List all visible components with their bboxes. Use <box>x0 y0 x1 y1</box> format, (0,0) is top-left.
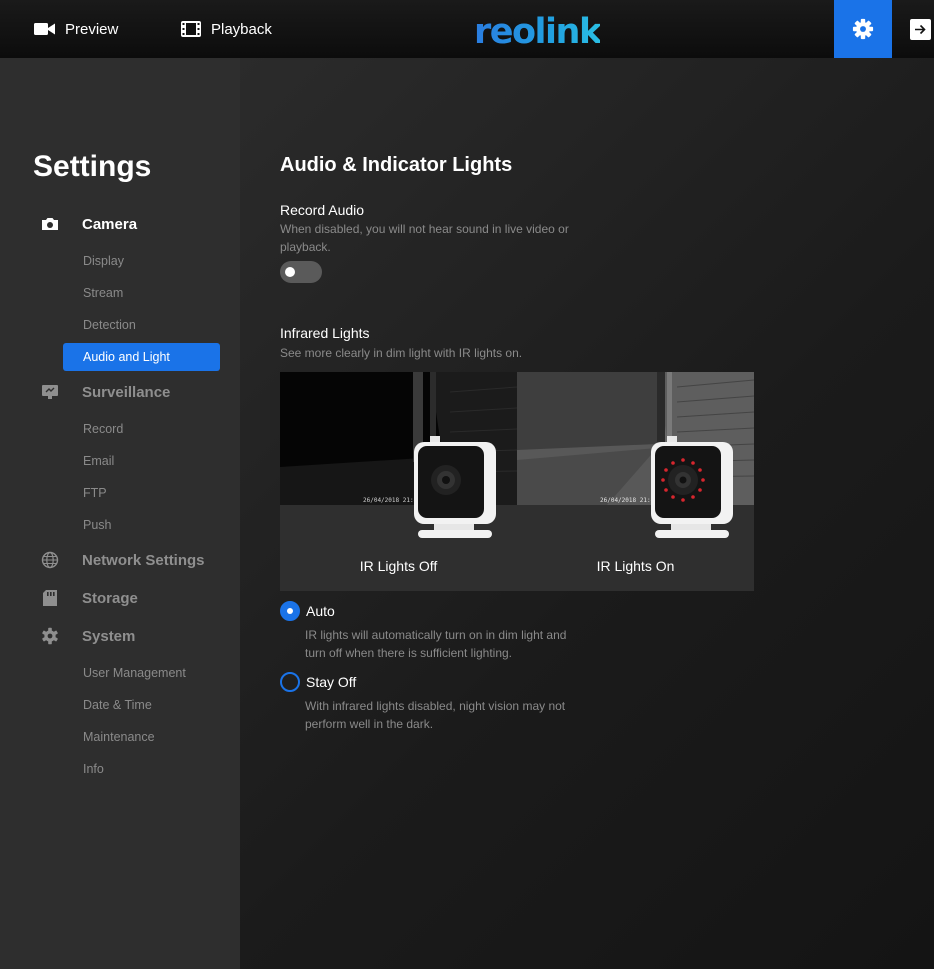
stay-off-radio[interactable] <box>280 672 300 692</box>
settings-content: Audio & Indicator Lights Record Audio Wh… <box>240 58 934 969</box>
settings-button[interactable] <box>834 0 892 58</box>
record-audio-toggle[interactable] <box>280 261 322 283</box>
camera-icon <box>40 214 60 234</box>
playback-label: Playback <box>211 20 272 38</box>
sidebar-item-info[interactable]: Info <box>83 762 104 776</box>
gear-icon <box>852 18 874 40</box>
gear-icon <box>40 626 60 646</box>
sidebar-item-push[interactable]: Push <box>83 518 112 532</box>
sidebar-item-user-management[interactable]: User Management <box>83 666 186 680</box>
logout-arrow-icon <box>915 24 926 35</box>
sidebar-group-label: Surveillance <box>82 383 171 401</box>
ir-mode-auto-option[interactable]: Auto <box>280 601 335 621</box>
auto-label: Auto <box>306 603 335 619</box>
sidebar-item-maintenance[interactable]: Maintenance <box>83 730 155 744</box>
sidebar-item-record[interactable]: Record <box>83 422 123 436</box>
auto-desc: IR lights will automatically turn on in … <box>305 628 567 660</box>
preview-label: Preview <box>65 20 119 38</box>
sidebar-item-detection[interactable]: Detection <box>83 318 136 332</box>
playback-button[interactable]: Playback <box>181 18 272 40</box>
monitor-icon <box>40 382 60 402</box>
sidebar-item-stream[interactable]: Stream <box>83 286 123 300</box>
camera-device-ir-off <box>414 436 496 538</box>
ir-mode-stay-off-option[interactable]: Stay Off <box>280 672 356 692</box>
camera-device-ir-on <box>651 436 733 538</box>
record-audio-title: Record Audio <box>280 202 365 218</box>
stay-off-label: Stay Off <box>306 674 357 690</box>
sidebar-item-audio-and-light[interactable]: Audio and Light <box>63 343 220 371</box>
globe-icon <box>40 550 60 570</box>
sidebar-group-label: Storage <box>82 589 138 607</box>
sidebar-group-label: Camera <box>82 215 138 233</box>
stay-off-desc: With infrared lights disabled, night vis… <box>305 699 566 731</box>
toggle-knob <box>285 267 295 277</box>
infrared-lights-title: Infrared Lights <box>280 325 370 341</box>
film-strip-icon <box>181 21 201 37</box>
logout-button[interactable] <box>910 19 931 40</box>
sidebar-group-label: System <box>82 627 136 645</box>
ir-on-label: IR Lights On <box>596 558 675 574</box>
ir-off-label: IR Lights Off <box>359 558 438 574</box>
record-audio-desc: When disabled, you will not hear sound i… <box>280 222 569 254</box>
ir-preview-panel: 26/04/2018 21:40 26/04/2018 21:40 IR Lig… <box>280 372 754 591</box>
auto-radio[interactable] <box>280 601 300 621</box>
preview-button[interactable]: Preview <box>34 18 118 40</box>
sidebar-item-display[interactable]: Display <box>83 254 124 268</box>
sidebar-group-label: Network Settings <box>82 551 205 569</box>
page-title: Audio & Indicator Lights <box>280 154 513 176</box>
svg-text:reolink: reolink <box>474 12 600 50</box>
sidebar-item-ftp[interactable]: FTP <box>83 486 107 500</box>
infrared-lights-desc: See more clearly in dim light with IR li… <box>280 346 523 360</box>
video-camera-icon <box>34 22 55 36</box>
sidebar-item-date-time[interactable]: Date & Time <box>83 698 152 712</box>
sidebar-item-email[interactable]: Email <box>83 454 114 468</box>
settings-sidebar: Settings Camera Display Stream Detection… <box>0 58 240 969</box>
sd-card-icon <box>40 588 60 608</box>
reolink-logo: reolink <box>474 12 600 50</box>
sidebar-title: Settings <box>33 150 152 183</box>
top-bar: Preview Playback reolink <box>0 0 934 58</box>
